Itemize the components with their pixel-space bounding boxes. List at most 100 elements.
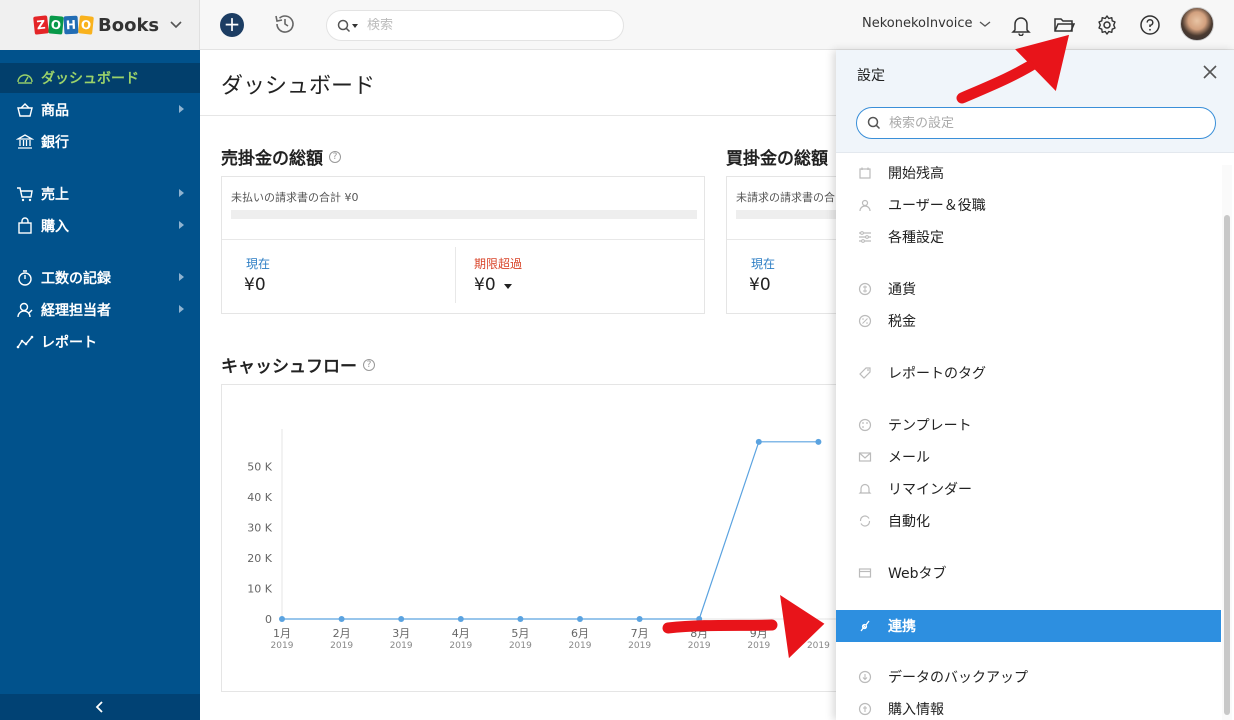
organization-name: NekonekoInvoice (862, 16, 973, 31)
x-tick-label: 4月 (452, 627, 470, 640)
settings-item-label: 通貨 (888, 282, 916, 298)
overdue-dropdown[interactable]: ¥0 (474, 275, 512, 295)
settings-item-label: 購入情報 (888, 702, 944, 718)
settings-item-reminders[interactable]: リマインダー (836, 473, 1221, 505)
help-icon[interactable]: ? (363, 358, 375, 371)
global-search[interactable] (326, 10, 624, 41)
settings-search-input[interactable] (889, 115, 1189, 131)
history-icon[interactable] (273, 12, 297, 36)
settings-item-integrations[interactable]: 連携 (836, 610, 1221, 642)
settings-item-users-roles[interactable]: ユーザー＆役職 (836, 189, 1221, 221)
sidebar-item-label: ダッシュボード (41, 71, 139, 87)
plus-icon[interactable]: + (220, 13, 244, 37)
x-tick-label: 2019 (271, 641, 294, 651)
organization-switcher[interactable]: NekonekoInvoice (862, 16, 992, 31)
divider (200, 115, 900, 116)
data-point (457, 616, 464, 622)
integration-icon (860, 620, 870, 632)
page-title: ダッシュボード (221, 74, 376, 99)
current-label: 現在 (246, 257, 271, 271)
receivables-caption: 未払いの請求書の合計 ¥0 (231, 191, 359, 204)
subscription-icon (858, 702, 872, 716)
sidebar-item-label: 工数の記録 (41, 271, 111, 287)
app-switcher[interactable]: Z O H O Books (0, 0, 200, 50)
percent-icon (858, 314, 872, 328)
x-tick-label: 2019 (509, 641, 532, 651)
sidebar-item-label: 経理担当者 (41, 303, 111, 319)
top-bar: Z O H O Books + NekonekoInvoice (0, 0, 1234, 50)
sidebar-item-label: 銀行 (41, 135, 69, 151)
accountant-icon (17, 302, 33, 318)
settings-item-taxes[interactable]: 税金 (836, 305, 1221, 337)
chevron-right-icon (179, 221, 184, 229)
data-point (815, 438, 822, 445)
y-tick-label: 50 K (247, 460, 272, 473)
settings-search[interactable] (856, 107, 1216, 139)
sidebar-item-purchases[interactable]: 購入 (0, 211, 200, 241)
scrollbar-thumb[interactable] (1224, 215, 1230, 715)
overdue-amount: ¥0 (474, 275, 496, 295)
settings-item-web-tabs[interactable]: Webタブ (836, 557, 1221, 589)
x-tick-label: 2019 (807, 641, 830, 651)
settings-item-label: 開始残高 (888, 166, 944, 182)
sidebar-item-items[interactable]: 商品 (0, 95, 200, 125)
sidebar-item-banking[interactable]: 銀行 (0, 127, 200, 157)
settings-item-data-backup[interactable]: データのバックアップ (836, 661, 1221, 693)
settings-item-currencies[interactable]: 通貨 (836, 273, 1221, 305)
x-tick-label: 2019 (688, 641, 711, 651)
settings-item-preferences[interactable]: 各種設定 (836, 221, 1221, 253)
folder-icon[interactable] (1053, 15, 1075, 35)
product-name: Books (98, 14, 160, 36)
chevron-right-icon (179, 189, 184, 197)
help-icon[interactable]: ? (329, 150, 341, 163)
sidebar-item-dashboard[interactable]: ダッシュボード (0, 63, 200, 93)
settings-item-opening-balances[interactable]: 開始残高 (836, 159, 1221, 187)
close-icon[interactable] (1202, 64, 1218, 80)
window-icon (858, 568, 872, 578)
cashflow-chart: 010 K20 K30 K40 K50 K1月20192月20193月20194… (247, 429, 852, 651)
bell-icon (858, 483, 872, 494)
caret-down-icon (503, 283, 512, 289)
bell-icon[interactable] (1011, 14, 1031, 36)
sidebar-item-accountant[interactable]: 経理担当者 (0, 295, 200, 325)
search-icon[interactable] (337, 19, 359, 33)
settings-item-label: 税金 (888, 314, 916, 330)
cart-icon (17, 187, 33, 202)
x-tick-label: 9月 (750, 627, 768, 640)
data-point (338, 616, 345, 622)
palette-icon (858, 418, 872, 432)
backup-icon (858, 670, 872, 684)
payables-caption: 未請求の請求書の合 (736, 191, 835, 204)
logo-letter: O (78, 15, 94, 35)
y-tick-label: 30 K (247, 521, 272, 534)
sidebar-item-sales[interactable]: 売上 (0, 179, 200, 209)
collapse-sidebar-button[interactable] (0, 694, 200, 720)
cashflow-title: キャッシュフロー (221, 357, 357, 377)
settings-item-emails[interactable]: メール (836, 441, 1221, 473)
x-tick-label: 8月 (690, 627, 708, 640)
receivables-title: 売掛金の総額 (221, 149, 323, 169)
help-icon[interactable] (1139, 14, 1161, 36)
x-tick-label: 2019 (569, 641, 592, 651)
chevron-right-icon (179, 105, 184, 113)
mail-icon (858, 452, 872, 462)
y-tick-label: 10 K (247, 582, 272, 595)
search-input[interactable] (367, 18, 607, 33)
x-tick-label: 6月 (571, 627, 589, 640)
y-tick-label: 20 K (247, 552, 272, 565)
tag-icon (859, 367, 871, 379)
avatar[interactable] (1180, 7, 1214, 41)
settings-item-reporting-tags[interactable]: レポートのタグ (836, 357, 1221, 389)
sidebar-item-label: 購入 (41, 219, 69, 235)
sidebar-item-reports[interactable]: レポート (0, 327, 200, 357)
settings-item-subscription[interactable]: 購入情報 (836, 693, 1221, 720)
settings-item-automation[interactable]: 自動化 (836, 505, 1221, 537)
settings-item-templates[interactable]: テンプレート (836, 409, 1221, 441)
data-point (755, 438, 762, 445)
x-tick-label: 2月 (333, 627, 351, 640)
chevron-left-icon (95, 701, 103, 713)
sidebar-item-time-tracking[interactable]: 工数の記録 (0, 263, 200, 293)
gear-icon[interactable] (1096, 14, 1118, 36)
cashflow-line (282, 441, 819, 620)
divider (222, 239, 704, 240)
